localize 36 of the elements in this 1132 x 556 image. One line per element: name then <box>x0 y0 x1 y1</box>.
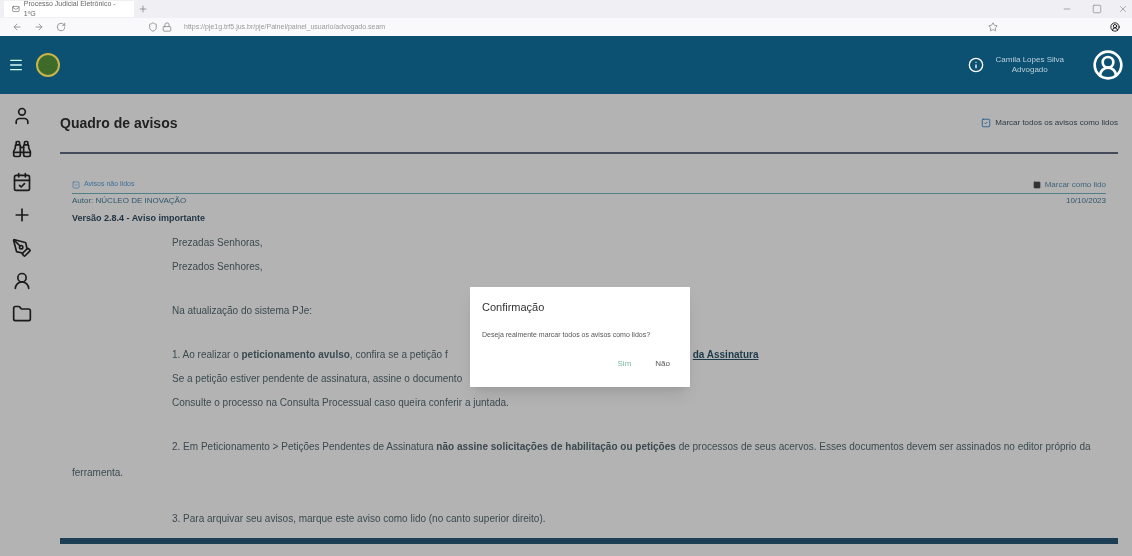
notice-heading: Versão 2.8.4 - Aviso importante <box>72 212 205 226</box>
dialog-button[interactable]: Não <box>655 358 670 370</box>
notice-text: 2. Em Peticionamento > Petições Pendentes de Assinatura não assine solicitações de habilitação ou petições de processos de seus acervos. Esses documentos devem ser assinados no editor próprio da ferramenta. <box>72 440 1092 480</box>
user-icon[interactable] <box>12 271 32 291</box>
notice-date: 10/10/2023 <box>1065 195 1106 207</box>
pen-icon[interactable] <box>12 238 32 258</box>
dialog-title: Confirmação <box>482 300 546 315</box>
calendar-icon[interactable] <box>12 172 32 192</box>
mark-all-read-button[interactable]: Marcar todos os avisos como lidos <box>981 117 1118 129</box>
notice-text: Prezados Senhores, <box>172 259 263 274</box>
user-name: Camila Lopes Silva <box>995 55 1064 65</box>
info-icon[interactable] <box>967 57 984 73</box>
notice-text: 1. Ao realizar o peticionamento avulso, confira se a petição f <box>172 347 448 362</box>
checkbox-icon <box>72 180 80 189</box>
notice-text: Na atualização do sistema PJe: <box>172 303 313 318</box>
lock-icon <box>162 22 172 32</box>
notice-text: 3. Para arquivar seu avisos, marque este aviso como lido (no canto superior direito). <box>172 511 546 526</box>
tab-icon <box>12 5 20 13</box>
notice-text: Consulte o processo na Consulta Processual caso queira conferir a juntada. <box>172 395 509 410</box>
page-title: Quadro de avisos <box>60 113 178 133</box>
notice-text: Se a petição estiver pendente de assinatura, assine o documento <box>172 371 463 386</box>
checkbox-icon <box>1032 180 1041 189</box>
notice-text: Prezadas Senhoras, <box>172 235 263 250</box>
account-icon[interactable] <box>1110 22 1120 32</box>
user-role: Advogado <box>1011 65 1048 75</box>
assinatura-link[interactable]: da Assinatura <box>692 346 759 362</box>
mark-read-button[interactable]: Marcar como lido <box>1032 178 1106 191</box>
folder-icon[interactable] <box>12 304 32 324</box>
bookmark-icon[interactable] <box>988 22 998 32</box>
menu-icon[interactable] <box>8 57 24 73</box>
shield-icon <box>148 22 158 32</box>
notice-author: Autor: NÚCLEO DE INOVAÇÃO <box>72 195 187 207</box>
user-icon[interactable] <box>12 106 32 126</box>
binoculars-icon[interactable] <box>12 139 32 159</box>
avatar-icon[interactable] <box>1092 49 1124 81</box>
checkbox-icon <box>981 118 992 128</box>
